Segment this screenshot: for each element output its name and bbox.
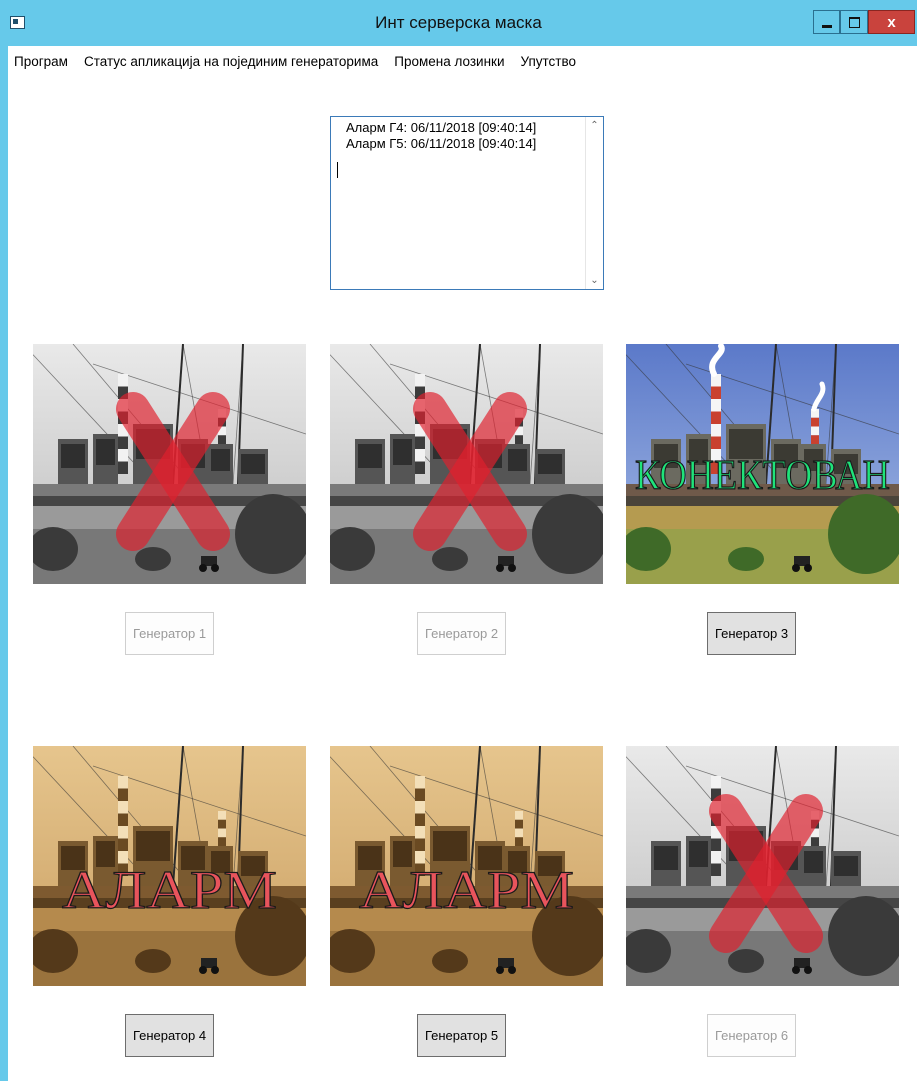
generator-4-image: АЛАРМ [33,746,306,986]
alarm-log-lines: Аларм Г4: 06/11/2018 [09:40:14] Аларм Г5… [346,120,536,152]
power-plant-scene [330,344,603,584]
alarm-overlay-text: АЛАРМ [359,860,574,920]
minimize-button[interactable] [813,10,840,34]
maximize-icon [848,16,860,28]
menu-item-app-status[interactable]: Статус апликација на појединим генератор… [84,54,378,69]
generator-1-image [33,344,306,584]
alarm-log-line: Аларм Г4: 06/11/2018 [09:40:14] [346,120,537,135]
menu-item-manual[interactable]: Упутство [521,54,577,69]
close-icon: x [887,13,896,31]
alarm-log-textbox[interactable]: Аларм Г4: 06/11/2018 [09:40:14] Аларм Г5… [330,116,604,290]
power-plant-scene: АЛАРМ [33,746,306,986]
title-bar[interactable]: Инт серверска маска x [0,0,917,46]
generator-5-button[interactable]: Генератор 5 [417,1014,506,1057]
alarm-log-line: Аларм Г5: 06/11/2018 [09:40:14] [346,136,537,151]
close-button[interactable]: x [868,10,915,34]
generator-1-button[interactable]: Генератор 1 [125,612,214,655]
power-plant-scene: АЛАРМ [330,746,603,986]
menu-item-program[interactable]: Програм [14,54,68,69]
client-area: Програм Статус апликација на појединим г… [8,46,917,1081]
power-plant-scene: КОНЕКТОВАН [626,344,899,584]
power-plant-scene [33,344,306,584]
generator-3-button[interactable]: Генератор 3 [707,612,796,655]
generator-6-image [626,746,899,986]
menu-item-change-password[interactable]: Промена лозинки [394,54,504,69]
chevron-up-icon[interactable]: ⌃ [586,117,603,134]
chevron-down-icon[interactable]: ⌄ [586,272,603,289]
generator-4-button[interactable]: Генератор 4 [125,1014,214,1057]
generator-2-button[interactable]: Генератор 2 [417,612,506,655]
power-plant-scene [626,746,899,986]
generator-2-image [330,344,603,584]
generator-3-image: КОНЕКТОВАН [626,344,899,584]
menu-bar: Програм Статус апликација на појединим г… [8,46,917,76]
vertical-scrollbar[interactable]: ⌃ ⌄ [585,117,603,289]
maximize-button[interactable] [840,10,868,34]
minimize-icon [821,24,832,28]
connected-overlay-text: КОНЕКТОВАН [635,453,890,499]
window-title: Инт серверска маска [375,13,542,32]
app-window: Инт серверска маска x Програм Статус апл… [0,0,917,1081]
text-caret [337,162,338,178]
generator-6-button[interactable]: Генератор 6 [707,1014,796,1057]
alarm-overlay-text: АЛАРМ [62,860,277,920]
generator-5-image: АЛАРМ [330,746,603,986]
